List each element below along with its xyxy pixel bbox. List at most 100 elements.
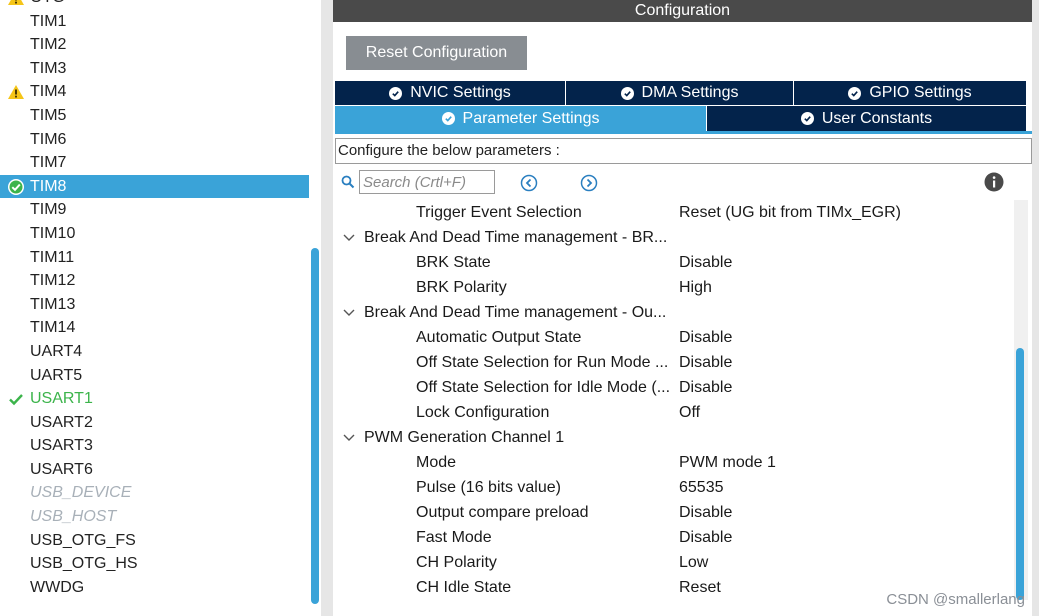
panel-divider[interactable] <box>321 0 333 616</box>
tab-label: Parameter Settings <box>462 109 600 127</box>
parameter-value[interactable]: Reset <box>679 575 721 600</box>
parameter-row[interactable]: Pulse (16 bits value) 65535 <box>333 475 1013 500</box>
parameter-row[interactable]: Lock Configuration Off <box>333 400 1013 425</box>
tabs-underline <box>335 131 1032 134</box>
warning-icon <box>6 80 26 104</box>
tab-label: User Constants <box>821 109 933 127</box>
reset-configuration-button[interactable]: Reset Configuration <box>346 36 527 70</box>
info-icon[interactable] <box>984 172 1004 197</box>
check-circle-icon <box>800 112 814 125</box>
parameter-name: CH Polarity <box>416 554 497 571</box>
search-toolbar <box>333 168 1032 198</box>
list-item[interactable]: USB_HOST <box>0 505 310 529</box>
tab-dma-settings[interactable]: DMA Settings <box>566 81 794 105</box>
list-item-label: TIM6 <box>30 130 67 148</box>
parameter-row[interactable]: Trigger Event Selection Reset (UG bit fro… <box>333 200 1013 225</box>
list-item-label: USB_HOST <box>30 508 117 526</box>
list-item[interactable]: TIM6 <box>0 128 310 152</box>
list-item[interactable]: TIM9 <box>0 198 310 222</box>
list-item[interactable]: TIM5 <box>0 104 310 128</box>
parameter-group[interactable]: PWM Generation Channel 1 <box>333 425 1013 450</box>
parameter-row[interactable]: Off State Selection for Run Mode ... Disa… <box>333 350 1013 375</box>
next-result-icon[interactable] <box>580 174 598 197</box>
right-scrollbar-thumb[interactable] <box>1016 348 1024 600</box>
parameter-name: Lock Configuration <box>416 404 550 421</box>
parameter-value[interactable]: PWM mode 1 <box>679 450 776 475</box>
list-item[interactable]: OTG <box>0 0 310 10</box>
parameter-value[interactable]: Disable <box>679 375 732 400</box>
list-item-label: TIM9 <box>30 201 67 219</box>
list-item[interactable]: UART4 <box>0 340 310 364</box>
list-item[interactable]: TIM4 <box>0 80 310 104</box>
list-item[interactable]: USB_DEVICE <box>0 481 310 505</box>
list-item-label: TIM1 <box>30 12 67 30</box>
parameter-value[interactable]: Disable <box>679 325 732 350</box>
parameter-group[interactable]: Break And Dead Time management - BR... <box>333 225 1013 250</box>
list-item[interactable]: TIM2 <box>0 33 310 57</box>
list-item[interactable]: TIM1 <box>0 10 310 34</box>
parameter-row[interactable]: Automatic Output State Disable <box>333 325 1013 350</box>
list-item[interactable]: USART6 <box>0 458 310 482</box>
parameter-row[interactable]: CH Polarity Low <box>333 550 1013 575</box>
list-item[interactable]: TIM10 <box>0 222 310 246</box>
list-item[interactable]: TIM12 <box>0 269 310 293</box>
list-item[interactable]: TIM8 <box>0 174 310 199</box>
check-circle-icon <box>848 86 862 100</box>
list-item-label: TIM7 <box>30 154 67 172</box>
parameter-value[interactable]: High <box>679 275 712 300</box>
list-item[interactable]: TIM3 <box>0 57 310 81</box>
list-item[interactable]: TIM14 <box>0 316 310 340</box>
tab-nvic-settings[interactable]: NVIC Settings <box>335 81 566 105</box>
parameter-name: Automatic Output State <box>416 329 582 346</box>
list-item[interactable]: UART5 <box>0 364 310 388</box>
peripheral-list: OTG TIM1 TIM2 TIM3 TIM4 TIM5 TIM6 TIM7 TIM8 TIM9 T… <box>0 0 310 599</box>
list-item-label: USB_OTG_FS <box>30 531 136 549</box>
list-item[interactable]: TIM11 <box>0 246 310 270</box>
list-item-label: USART6 <box>30 460 93 478</box>
list-item-label: USART1 <box>30 390 93 408</box>
list-item[interactable]: USART2 <box>0 411 310 435</box>
check-circle-icon <box>6 175 26 199</box>
list-item[interactable]: WWDG <box>0 576 310 600</box>
parameter-name: Pulse (16 bits value) <box>416 479 561 496</box>
search-icon[interactable] <box>341 175 355 194</box>
list-item-label: USB_OTG_HS <box>30 555 138 573</box>
parameter-row[interactable]: Mode PWM mode 1 <box>333 450 1013 475</box>
list-item[interactable]: USB_OTG_HS <box>0 552 310 576</box>
list-item-label: TIM14 <box>30 319 76 337</box>
parameter-value[interactable]: Off <box>679 400 700 425</box>
list-item-label: UART4 <box>30 342 83 360</box>
tab-parameter-settings[interactable]: Parameter Settings <box>335 106 707 131</box>
configuration-panel: Configuration Reset Configuration NVIC S… <box>333 0 1039 616</box>
parameter-value[interactable]: Disable <box>679 250 732 275</box>
parameter-name: Mode <box>416 454 457 471</box>
list-item[interactable]: USART3 <box>0 434 310 458</box>
previous-result-icon[interactable] <box>520 174 538 197</box>
parameter-value[interactable]: 65535 <box>679 475 724 500</box>
parameter-row[interactable]: Output compare preload Disable <box>333 500 1013 525</box>
parameter-value[interactable]: Low <box>679 550 708 575</box>
parameter-name: BRK Polarity <box>416 279 507 296</box>
parameter-value[interactable]: Disable <box>679 525 732 550</box>
watermark-text: CSDN @smallerlang <box>886 591 1025 608</box>
list-item[interactable]: TIM7 <box>0 151 310 175</box>
tab-gpio-settings[interactable]: GPIO Settings <box>794 81 1026 105</box>
list-item[interactable]: USB_OTG_FS <box>0 529 310 553</box>
left-scrollbar-thumb[interactable] <box>311 248 319 604</box>
parameter-value[interactable]: Disable <box>679 500 732 525</box>
parameter-value[interactable]: Reset (UG bit from TIMx_EGR) <box>679 200 901 225</box>
list-item-label: UART5 <box>30 366 83 384</box>
search-input[interactable] <box>359 170 495 194</box>
parameter-row[interactable]: BRK State Disable <box>333 250 1013 275</box>
parameter-value[interactable]: Disable <box>679 350 732 375</box>
parameter-row[interactable]: BRK Polarity High <box>333 275 1013 300</box>
parameter-row[interactable]: Fast Mode Disable <box>333 525 1013 550</box>
parameter-name: Off State Selection for Run Mode ... <box>416 354 669 371</box>
parameter-row[interactable]: Off State Selection for Idle Mode (... Di… <box>333 375 1013 400</box>
list-item[interactable]: USART1 <box>0 387 310 411</box>
list-item-label: TIM13 <box>30 295 76 313</box>
tab-label: DMA Settings <box>641 84 739 101</box>
parameter-group[interactable]: Break And Dead Time management - Ou... <box>333 300 1013 325</box>
list-item[interactable]: TIM13 <box>0 293 310 317</box>
tab-user-constants[interactable]: User Constants <box>707 106 1026 131</box>
